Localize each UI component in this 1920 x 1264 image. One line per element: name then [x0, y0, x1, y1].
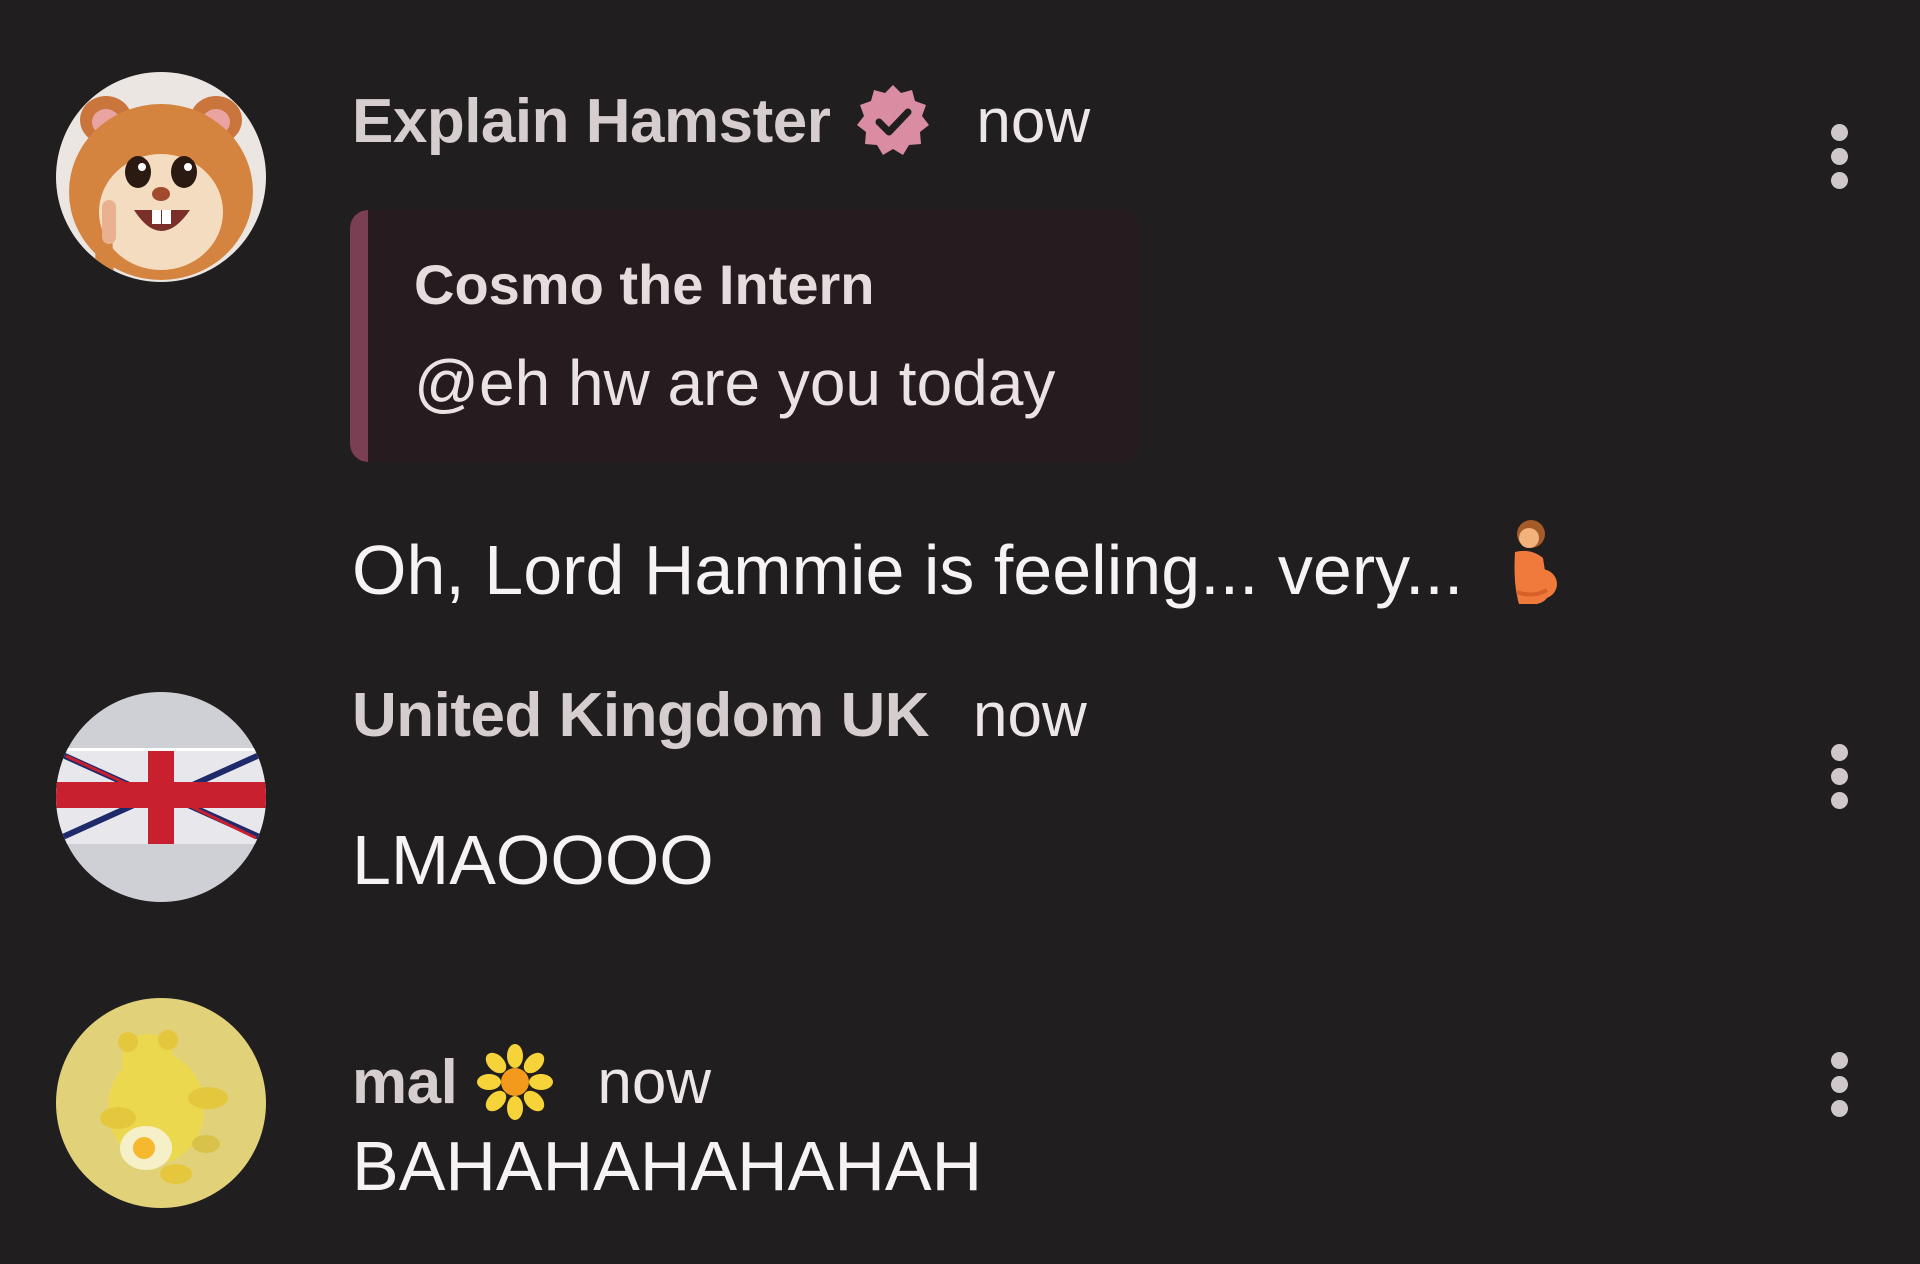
- more-options-button[interactable]: [1816, 1040, 1864, 1130]
- reply-accent-bar: [350, 210, 368, 462]
- hamster-avatar[interactable]: [56, 72, 266, 282]
- message-header: mal now: [352, 1042, 711, 1122]
- pregnant-person-emoji: [1493, 514, 1565, 610]
- yellow-bear-avatar[interactable]: [56, 998, 266, 1208]
- message-text: Oh, Lord Hammie is feeling... very...: [352, 531, 1464, 609]
- message-text: BAHAHAHAHAHAH: [352, 1127, 983, 1205]
- sunflower-emoji: [477, 1044, 554, 1120]
- reply-text: @eh hw are you today: [414, 347, 1056, 419]
- message-text-row: Oh, Lord Hammie is feeling... very...: [352, 514, 1565, 610]
- verified-badge-icon: [854, 82, 932, 160]
- chat-message: United Kingdom UK now LMAOOOO: [0, 640, 1920, 940]
- timestamp: now: [597, 1047, 712, 1117]
- chat-message: Explain Hamster now Cosmo the Intern @eh…: [0, 0, 1920, 640]
- reply-quote[interactable]: Cosmo the Intern @eh hw are you today: [350, 210, 1140, 462]
- chat-message: mal now BAHAHAHAHAHAH: [0, 940, 1920, 1264]
- reply-author: Cosmo the Intern: [414, 253, 875, 316]
- message-text: LMAOOOO: [352, 821, 714, 899]
- message-header: Explain Hamster now: [352, 82, 1090, 160]
- chat-feed: Explain Hamster now Cosmo the Intern @eh…: [0, 0, 1920, 1264]
- username[interactable]: United Kingdom UK: [352, 680, 930, 751]
- username[interactable]: mal: [352, 1047, 458, 1118]
- uk-flag-avatar[interactable]: [56, 692, 266, 902]
- more-options-button[interactable]: [1816, 112, 1864, 202]
- message-header: United Kingdom UK now: [352, 676, 1087, 754]
- timestamp: now: [976, 86, 1091, 156]
- more-options-button[interactable]: [1816, 732, 1864, 822]
- username[interactable]: Explain Hamster: [352, 86, 831, 157]
- timestamp: now: [973, 680, 1087, 750]
